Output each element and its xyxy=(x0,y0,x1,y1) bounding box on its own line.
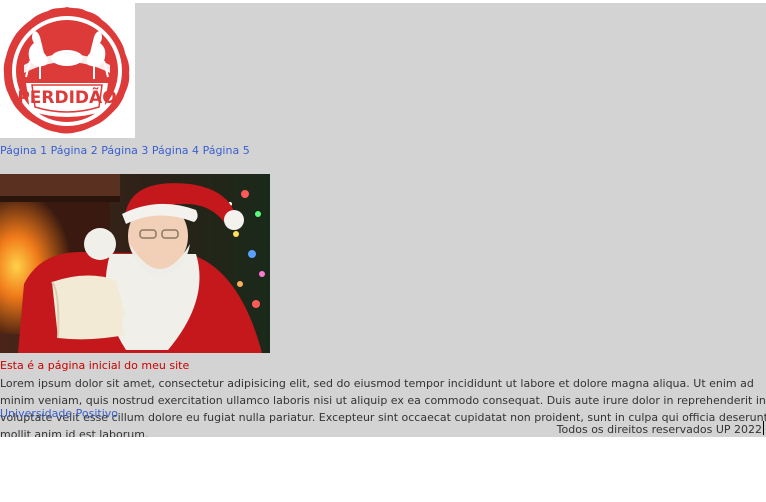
universidade-positivo-link[interactable]: Universidade Positivo xyxy=(0,407,118,420)
turkey-seal-icon: PERDIDÃO xyxy=(3,7,130,134)
nav-link-pagina-4[interactable]: Página 4 xyxy=(152,144,199,157)
main-nav: Página 1 Página 2 Página 3 Página 4 Pági… xyxy=(0,144,250,157)
page-heading: Esta é a página inicial do meu site xyxy=(0,359,190,372)
nav-link-pagina-2[interactable]: Página 2 xyxy=(51,144,98,157)
copyright-text: Todos os direitos reservados UP 2022 xyxy=(556,423,762,436)
nav-link-pagina-5[interactable]: Página 5 xyxy=(203,144,250,157)
logo-wordmark: PERDIDÃO xyxy=(17,85,116,108)
hero-image xyxy=(0,174,270,353)
text-caret xyxy=(763,421,764,435)
site-logo[interactable]: PERDIDÃO xyxy=(0,3,135,138)
nav-link-pagina-1[interactable]: Página 1 xyxy=(0,144,47,157)
page-container: PERDIDÃO Página 1 Página 2 Página 3 Pági… xyxy=(0,3,766,437)
santa-claus-image xyxy=(0,174,270,353)
nav-link-pagina-3[interactable]: Página 3 xyxy=(101,144,148,157)
